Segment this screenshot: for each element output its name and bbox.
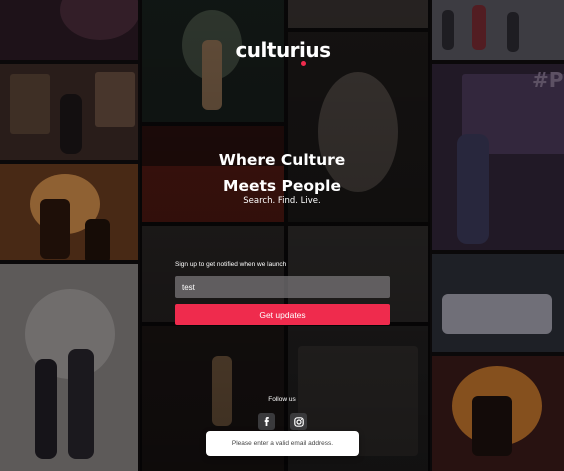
validation-toast: Please enter a valid email address. bbox=[206, 431, 359, 456]
bg-photo-festival bbox=[432, 356, 564, 471]
brand-logo: culturius bbox=[235, 38, 331, 62]
headline-line-1: Where Culture bbox=[218, 151, 346, 169]
logo-accent-dot bbox=[301, 61, 306, 66]
bg-photo-sketch-art bbox=[0, 264, 138, 471]
hero-tagline: Search. Find. Live. bbox=[243, 196, 321, 206]
get-updates-button[interactable]: Get updates bbox=[175, 304, 390, 325]
bg-photo-ballet bbox=[432, 254, 564, 352]
bg-badge-text: #P bbox=[532, 68, 564, 92]
bg-photo-gallery-visitor bbox=[0, 64, 138, 160]
bg-photo-concert-top bbox=[0, 0, 138, 60]
facebook-icon[interactable] bbox=[258, 413, 275, 430]
toast-message: Please enter a valid email address. bbox=[231, 440, 334, 447]
follow-us-label: Follow us bbox=[268, 396, 296, 403]
bg-photo-guitarist bbox=[0, 164, 138, 260]
signup-label: Sign up to get notified when we launch bbox=[175, 261, 287, 268]
hero-headline: Where Culture Meets People bbox=[196, 147, 368, 199]
email-input[interactable] bbox=[175, 276, 390, 298]
bg-photo-speaker: #P bbox=[432, 64, 564, 250]
instagram-icon[interactable] bbox=[290, 413, 307, 430]
bg-photo-crowd bbox=[432, 0, 564, 60]
